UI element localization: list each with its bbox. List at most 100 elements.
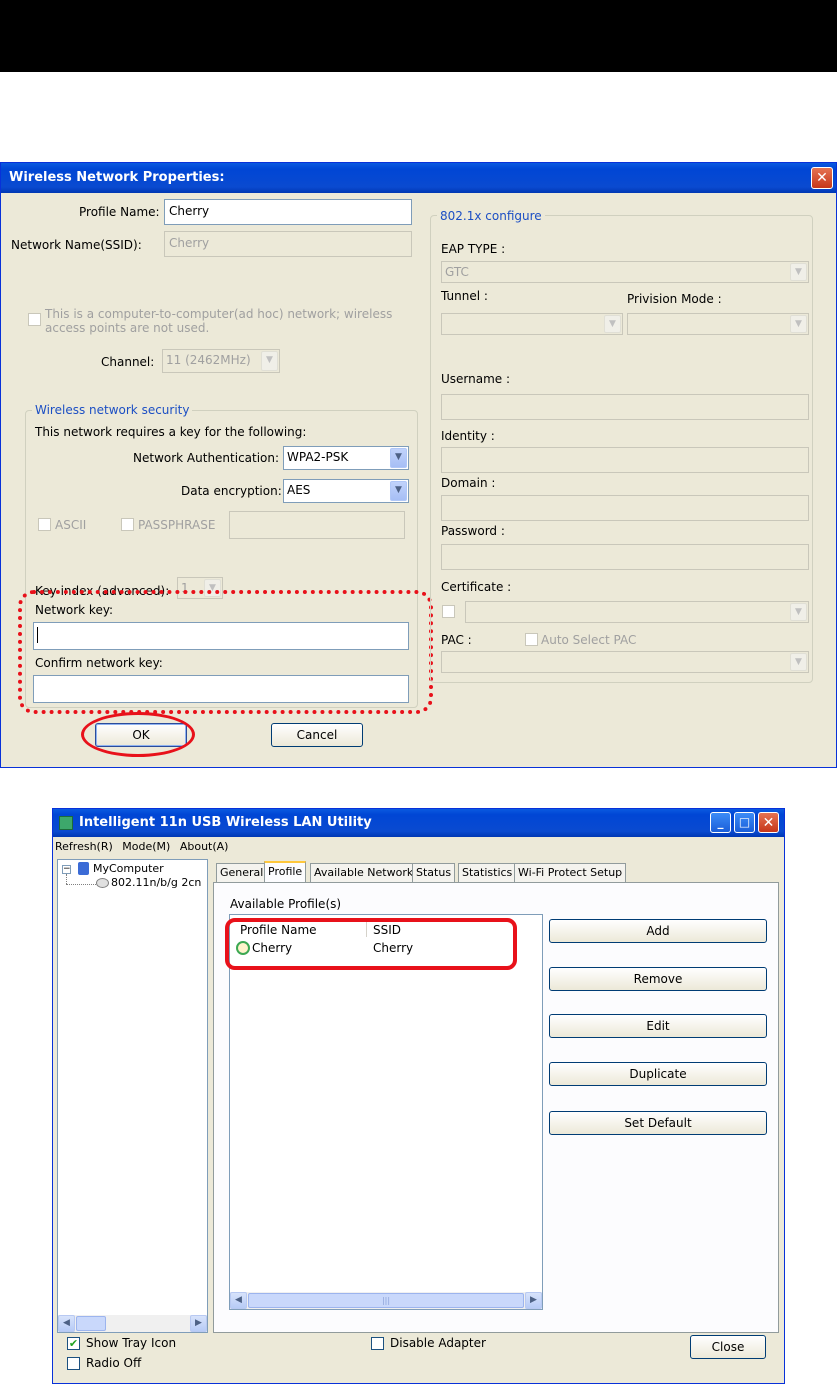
auth-label: Network Authentication: [133, 451, 280, 465]
show-tray-icon-label: Show Tray Icon [86, 1336, 177, 1350]
tab-status[interactable]: Status [412, 863, 456, 883]
network-authentication-select[interactable]: WPA2-PSK ▼ [283, 446, 409, 470]
encryption-label: Data encryption: [181, 484, 282, 498]
collapse-icon[interactable]: − [62, 865, 71, 874]
encryption-value: AES [287, 483, 311, 497]
wlan-utility-window: Intelligent 11n USB Wireless LAN Utility… [52, 808, 785, 1384]
eap-type-label: EAP TYPE : [441, 242, 506, 256]
scroll-thumb[interactable]: ||| [248, 1293, 524, 1308]
tab-wifi-protect-setup[interactable]: Wi-Fi Protect Setup [514, 863, 627, 883]
tree-line [66, 884, 96, 885]
page-header-bar [0, 0, 837, 72]
chevron-down-icon: ▼ [790, 315, 807, 333]
disable-adapter-label: Disable Adapter [390, 1336, 486, 1350]
auto-select-pac-label: Auto Select PAC [541, 633, 637, 647]
passphrase-checkbox[interactable] [121, 518, 134, 531]
tab-general[interactable]: General [216, 863, 268, 883]
provision-mode-label: Privision Mode : [627, 292, 722, 306]
tree-adapter-label[interactable]: 802.11n/b/g 2cn [111, 876, 201, 890]
cancel-button[interactable]: Cancel [271, 723, 363, 747]
adhoc-checkbox[interactable] [28, 313, 41, 326]
pac-select[interactable]: ▼ [441, 651, 809, 673]
channel-value: 11 (2462MHz) [166, 353, 251, 367]
available-profiles-label: Available Profile(s) [230, 897, 342, 911]
maximize-icon[interactable]: □ [734, 812, 755, 833]
window-title: Intelligent 11n USB Wireless LAN Utility [53, 809, 784, 837]
ssid-input[interactable]: Cherry [164, 231, 412, 257]
device-tree: − MyComputer 802.11n/b/g 2cn ◀ ▶ [57, 859, 208, 1333]
username-label: Username : [441, 372, 511, 386]
close-icon[interactable]: ✕ [758, 812, 779, 833]
disable-adapter-checkbox[interactable] [371, 1337, 384, 1350]
list-scrollbar[interactable]: ◀ ||| ▶ [230, 1292, 542, 1309]
close-button[interactable]: Close [690, 1335, 766, 1359]
dialog-title: Wireless Network Properties: [1, 163, 836, 193]
adapter-icon [96, 878, 109, 888]
tab-profile[interactable]: Profile [264, 861, 307, 883]
add-button[interactable]: Add [549, 919, 767, 943]
app-icon [59, 816, 73, 830]
ssid-label: Network Name(SSID): [11, 238, 142, 252]
chevron-down-icon: ▼ [604, 315, 621, 333]
minimize-icon[interactable]: _ [710, 812, 731, 833]
username-input[interactable] [441, 394, 809, 420]
pac-label: PAC : [441, 633, 472, 647]
provision-mode-select[interactable]: ▼ [627, 313, 809, 335]
close-icon[interactable]: ✕ [811, 167, 833, 189]
set-default-button[interactable]: Set Default [549, 1111, 767, 1135]
remove-button[interactable]: Remove [549, 967, 767, 991]
ascii-checkbox[interactable] [38, 518, 51, 531]
menu-mode[interactable]: Mode(M) [122, 840, 170, 853]
password-label: Password : [441, 524, 505, 538]
identity-input[interactable] [441, 447, 809, 473]
passphrase-input[interactable] [229, 511, 405, 539]
menu-refresh[interactable]: Refresh(R) [55, 840, 113, 853]
auto-select-pac-checkbox[interactable] [525, 633, 538, 646]
tree-root-label[interactable]: MyComputer [93, 862, 164, 876]
tunnel-label: Tunnel : [441, 289, 488, 303]
scroll-left-icon[interactable]: ◀ [58, 1315, 75, 1332]
security-requires-text: This network requires a key for the foll… [35, 425, 307, 439]
eap-type-value: GTC [445, 265, 469, 279]
channel-label: Channel: [101, 355, 155, 369]
eap-type-select[interactable]: GTC ▼ [441, 261, 809, 283]
tree-scrollbar[interactable]: ◀ ▶ [58, 1315, 207, 1332]
password-input[interactable] [441, 544, 809, 570]
domain-input[interactable] [441, 495, 809, 521]
wireless-network-properties-dialog: Wireless Network Properties: ✕ Profile N… [0, 162, 837, 768]
radio-off-checkbox[interactable] [67, 1357, 80, 1370]
highlight-ok [81, 712, 195, 757]
identity-label: Identity : [441, 429, 495, 443]
tunnel-select[interactable]: ▼ [441, 313, 623, 335]
highlight-profile-row [225, 918, 517, 970]
scroll-left-icon[interactable]: ◀ [230, 1292, 247, 1309]
adhoc-text-line2: access points are not used. [45, 321, 210, 335]
show-tray-icon-checkbox[interactable]: ✔ [67, 1337, 80, 1350]
scroll-right-icon[interactable]: ▶ [525, 1292, 542, 1309]
chevron-down-icon: ▼ [390, 448, 407, 468]
domain-label: Domain : [441, 476, 496, 490]
profile-name-label: Profile Name: [79, 205, 160, 219]
tab-statistics[interactable]: Statistics [458, 863, 517, 883]
certificate-select[interactable]: ▼ [465, 601, 809, 623]
data-encryption-select[interactable]: AES ▼ [283, 479, 409, 503]
menu-about[interactable]: About(A) [180, 840, 229, 853]
tab-available-network[interactable]: Available Network [310, 863, 418, 883]
passphrase-label: PASSPHRASE [138, 518, 216, 532]
chevron-down-icon: ▼ [790, 653, 807, 671]
radio-off-label: Radio Off [86, 1356, 142, 1370]
certificate-checkbox[interactable] [442, 605, 455, 618]
scroll-thumb[interactable] [76, 1316, 106, 1331]
profile-list: Profile Name SSID Cherry Cherry ◀ ||| ▶ [229, 914, 543, 1310]
security-group-title: Wireless network security [32, 403, 193, 417]
channel-select[interactable]: 11 (2462MHz) ▼ [162, 349, 280, 373]
edit-button[interactable]: Edit [549, 1014, 767, 1038]
profile-name-input[interactable]: Cherry [164, 199, 412, 225]
chevron-down-icon: ▼ [790, 263, 807, 281]
scroll-right-icon[interactable]: ▶ [190, 1315, 207, 1332]
duplicate-button[interactable]: Duplicate [549, 1062, 767, 1086]
ascii-label: ASCII [55, 518, 87, 532]
computer-icon [78, 862, 89, 875]
menu-bar: Refresh(R) Mode(M) About(A) [53, 837, 784, 857]
tree-line [66, 874, 67, 884]
